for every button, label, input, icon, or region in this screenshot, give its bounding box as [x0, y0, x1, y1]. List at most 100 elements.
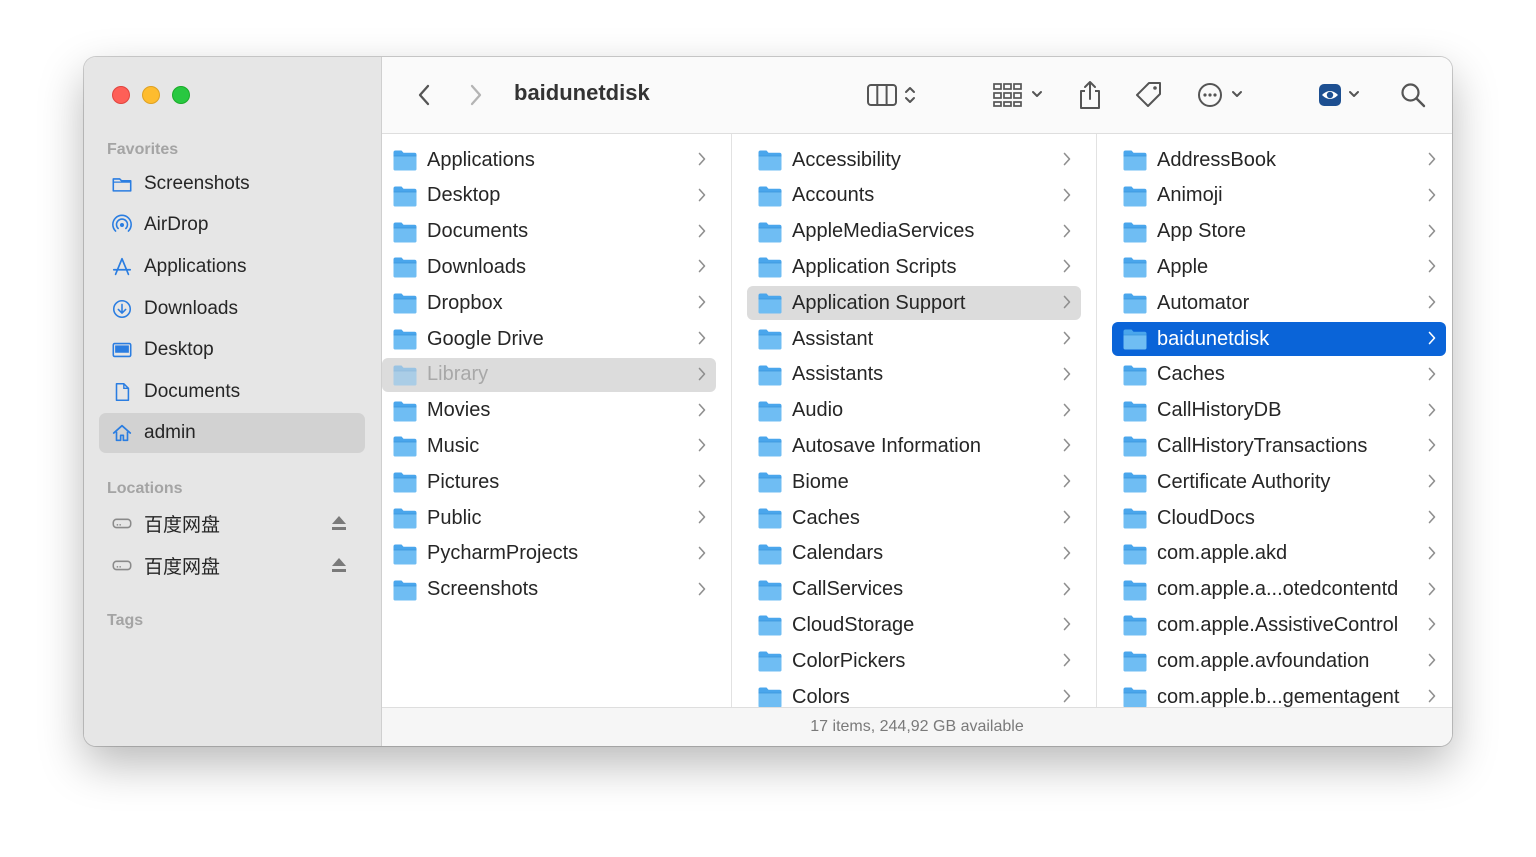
- tag-button[interactable]: [1133, 77, 1165, 113]
- search-button[interactable]: [1398, 77, 1428, 113]
- folder-row[interactable]: Caches: [747, 501, 1081, 535]
- folder-name: com.apple.akd: [1157, 542, 1288, 565]
- folder-name: Pictures: [427, 470, 500, 493]
- folder-row[interactable]: Assistants: [747, 358, 1081, 392]
- folder-name: Biome: [792, 470, 849, 493]
- folder-row[interactable]: Google Drive: [382, 322, 716, 356]
- folder-row[interactable]: com.apple.avfoundation: [1112, 644, 1446, 678]
- folder-row[interactable]: Application Support: [747, 286, 1081, 321]
- sidebar-item-downloads[interactable]: Downloads: [99, 289, 365, 329]
- folder-row[interactable]: PycharmProjects: [382, 537, 716, 571]
- folder-row[interactable]: com.apple.b...gementagent: [1112, 680, 1446, 707]
- folder-row[interactable]: com.apple.a...otedcontentd: [1112, 573, 1446, 607]
- folder-row[interactable]: Applications: [382, 143, 716, 177]
- folder-row[interactable]: CloudDocs: [1112, 501, 1446, 535]
- sidebar-item-desktop[interactable]: Desktop: [99, 330, 365, 370]
- folder-row[interactable]: com.apple.AssistiveControl: [1112, 608, 1446, 642]
- folder-icon: [1122, 435, 1148, 457]
- folder-row[interactable]: Movies: [382, 394, 716, 428]
- folder-name: Application Support: [792, 291, 966, 314]
- folder-row[interactable]: Public: [382, 501, 716, 535]
- eject-icon[interactable]: [331, 514, 347, 532]
- folder-row[interactable]: AppleMediaServices: [747, 215, 1081, 249]
- folder-name: Colors: [792, 685, 850, 708]
- folder-row[interactable]: Screenshots: [382, 573, 716, 607]
- eject-icon[interactable]: [331, 556, 347, 574]
- chevron-right-icon: [1428, 367, 1436, 381]
- folder-row[interactable]: CallHistoryTransactions: [1112, 429, 1446, 463]
- column-2[interactable]: Accessibility Accounts AppleMediaServices A…: [732, 134, 1097, 707]
- sidebar-item-label: 百度网盘: [144, 514, 221, 536]
- downloads-folder-icon: [392, 256, 418, 278]
- close-window-button[interactable]: [112, 86, 130, 104]
- sidebar-item-documents[interactable]: Documents: [99, 372, 365, 412]
- chevron-right-icon: [698, 474, 706, 488]
- folder-row[interactable]: Dropbox: [382, 286, 716, 320]
- folder-icon: [757, 364, 783, 386]
- folder-name: CloudStorage: [792, 613, 915, 636]
- sidebar-item-admin[interactable]: admin: [99, 413, 365, 453]
- chevron-right-icon: [698, 224, 706, 238]
- folder-row[interactable]: Calendars: [747, 537, 1081, 571]
- chevron-right-icon: [1063, 617, 1071, 631]
- folder-row[interactable]: CallHistoryDB: [1112, 394, 1446, 428]
- folder-row[interactable]: Certificate Authority: [1112, 465, 1446, 499]
- sidebar-item-airdrop[interactable]: AirDrop: [99, 205, 365, 245]
- folder-row[interactable]: Library: [382, 357, 716, 392]
- documents-folder-icon: [392, 221, 418, 243]
- folder-row[interactable]: Assistant: [747, 322, 1081, 356]
- chevron-right-icon: [698, 510, 706, 524]
- folder-row[interactable]: ColorPickers: [747, 644, 1081, 678]
- sidebar-item-screenshots[interactable]: Screenshots: [99, 164, 365, 204]
- folder-icon: [1122, 221, 1148, 243]
- chevron-right-icon: [470, 84, 482, 106]
- folder-row[interactable]: Animoji: [1112, 179, 1446, 213]
- column-1[interactable]: Applications Desktop Documents Downloads Dro…: [382, 134, 732, 707]
- folder-row[interactable]: Automator: [1112, 286, 1446, 320]
- more-actions-button[interactable]: [1196, 77, 1252, 113]
- column-3[interactable]: AddressBook Animoji App Store Apple Automato…: [1097, 134, 1452, 707]
- folder-row[interactable]: Biome: [747, 465, 1081, 499]
- folder-row[interactable]: Caches: [1112, 358, 1446, 392]
- group-button[interactable]: [992, 77, 1048, 113]
- view-mode-button[interactable]: [866, 77, 924, 113]
- folder-name: Desktop: [427, 184, 501, 207]
- folder-row[interactable]: AddressBook: [1112, 143, 1446, 177]
- sidebar-item-location-1[interactable]: 百度网盘: [99, 503, 365, 543]
- folder-row[interactable]: Accessibility: [747, 143, 1081, 177]
- folder-row[interactable]: Autosave Information: [747, 429, 1081, 463]
- folder-icon: [757, 507, 783, 529]
- folder-row[interactable]: baidunetdisk: [1112, 322, 1446, 356]
- share-button[interactable]: [1076, 77, 1104, 113]
- folder-row[interactable]: CallServices: [747, 573, 1081, 607]
- folder-row[interactable]: Apple: [1112, 250, 1446, 284]
- zoom-window-button[interactable]: [172, 86, 190, 104]
- folder-row[interactable]: Music: [382, 429, 716, 463]
- folder-row[interactable]: App Store: [1112, 215, 1446, 249]
- sidebar-item-location-2[interactable]: 百度网盘: [99, 545, 365, 585]
- folder-row[interactable]: Downloads: [382, 250, 716, 284]
- minimize-window-button[interactable]: [142, 86, 160, 104]
- preview-button[interactable]: [1317, 77, 1367, 113]
- folder-row[interactable]: Documents: [382, 215, 716, 249]
- folder-name: Apple: [1157, 255, 1209, 278]
- folder-row[interactable]: Application Scripts: [747, 250, 1081, 284]
- applications-icon: [110, 255, 134, 279]
- folder-name: Screenshots: [427, 578, 539, 601]
- chevron-right-icon: [1428, 653, 1436, 667]
- folder-row[interactable]: CloudStorage: [747, 608, 1081, 642]
- folder-name: Applications: [427, 148, 535, 171]
- folder-row[interactable]: com.apple.akd: [1112, 537, 1446, 571]
- folder-icon: [1122, 543, 1148, 565]
- download-circle-icon: [110, 297, 134, 321]
- folder-row[interactable]: Accounts: [747, 179, 1081, 213]
- back-button[interactable]: [412, 77, 436, 113]
- folder-row[interactable]: Audio: [747, 394, 1081, 428]
- folder-icon: [757, 400, 783, 422]
- folder-row[interactable]: Pictures: [382, 465, 716, 499]
- forward-button[interactable]: [464, 77, 488, 113]
- folder-row[interactable]: Desktop: [382, 179, 716, 213]
- folder-name: Autosave Information: [792, 434, 981, 457]
- sidebar-item-applications[interactable]: Applications: [99, 247, 365, 287]
- folder-row[interactable]: Colors: [747, 680, 1081, 707]
